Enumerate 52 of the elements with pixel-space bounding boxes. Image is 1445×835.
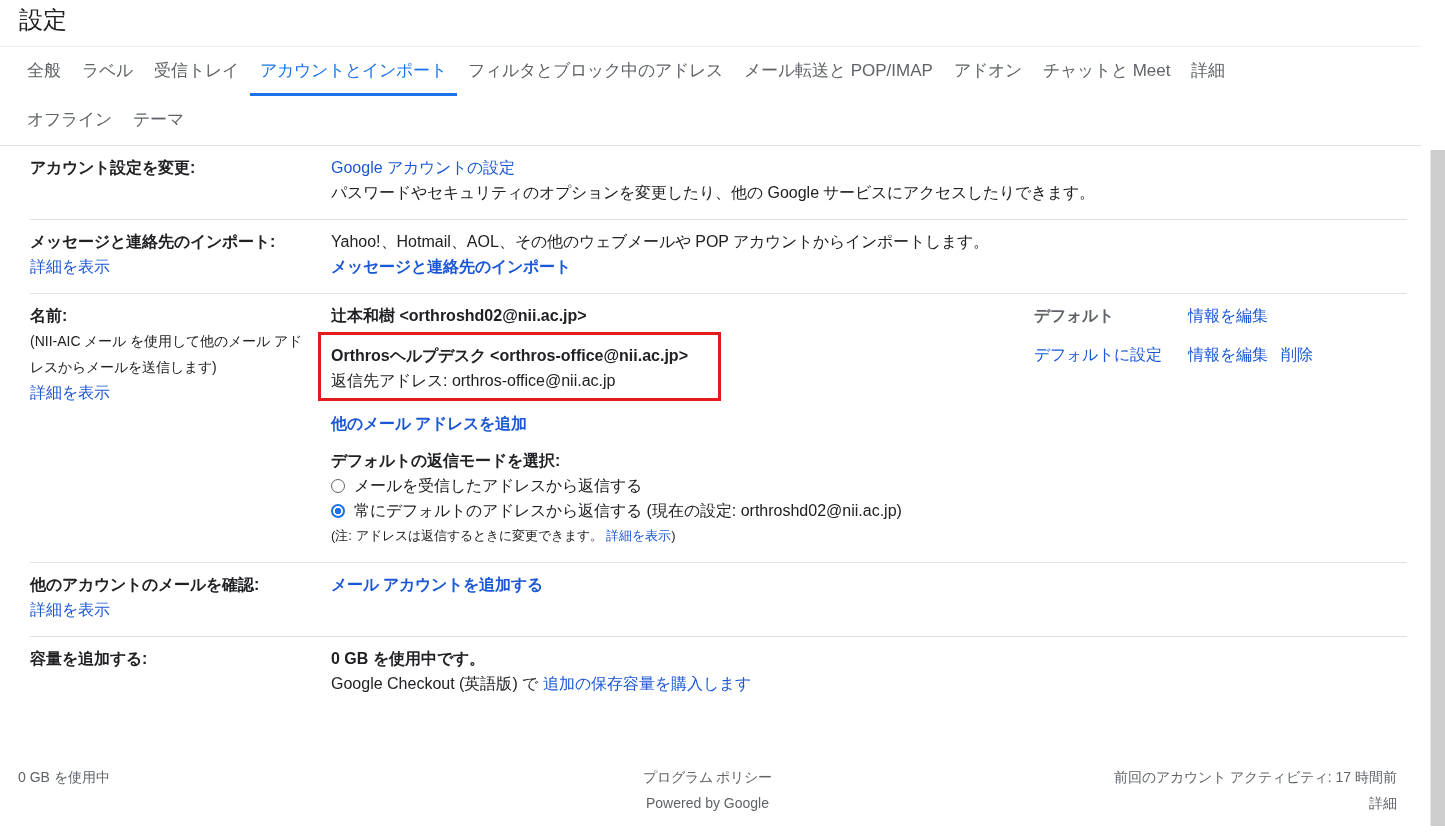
radio-label: メールを受信したアドレスから返信する xyxy=(354,476,642,496)
note-text: (注: アドレスは返信するときに変更できます。 xyxy=(331,528,603,543)
tab[interactable]: メール転送と POP/IMAP xyxy=(734,47,943,96)
checkout-text: Google Checkout (英語版) で xyxy=(331,675,539,692)
reply-mode-heading: デフォルトの返信モードを選択: xyxy=(331,451,561,471)
activity-details-link[interactable]: 詳細 xyxy=(1369,790,1397,816)
default-label: デフォルト xyxy=(1034,307,1114,324)
radio-label: 常にデフォルトのアドレスから返信する (現在の設定: orthroshd02@nii.ac.jp) xyxy=(354,501,902,521)
setting-description: (NII-AIC メール を使用して他のメール アド xyxy=(30,332,304,351)
sender-address: Orthrosヘルプデスク <orthros-office@nii.ac.jp> xyxy=(331,346,688,366)
setting-label: 他のアカウントのメールを確認: xyxy=(30,575,261,595)
tab[interactable]: アドオン xyxy=(943,47,1032,96)
setting-label: メッセージと連絡先のインポート: xyxy=(30,232,277,252)
setting-label: 容量を追加する: xyxy=(30,649,149,669)
buy-storage-link[interactable]: 追加の保存容量を購入します xyxy=(542,675,751,692)
add-account-link[interactable]: メール アカウントを追加する xyxy=(331,572,544,597)
make-default-link[interactable]: デフォルトに設定 xyxy=(1034,346,1162,363)
action-link[interactable]: 情報を編集 xyxy=(1188,342,1268,401)
last-activity-text: 前回のアカウント アクティビティ: 17 時間前 xyxy=(1113,768,1397,787)
radio-button[interactable] xyxy=(331,503,345,518)
account-settings-link[interactable]: Google アカウントの設定 xyxy=(331,155,516,180)
action-link[interactable]: 削除 xyxy=(1281,342,1313,401)
action-link[interactable]: 情報を編集 xyxy=(1188,303,1268,328)
tab[interactable]: ラベル xyxy=(72,47,143,96)
setting-description: レスからメールを送信します) xyxy=(30,358,218,377)
storage-usage: 0 GB を使用中です。 xyxy=(331,649,485,669)
setting-label: 名前: xyxy=(30,306,69,326)
page-title: 設定 xyxy=(18,5,68,35)
details-link[interactable]: 詳細を表示 xyxy=(30,601,110,618)
tab[interactable]: フィルタとブロック中のアドレス xyxy=(458,47,733,96)
tab[interactable]: 詳細 xyxy=(1181,47,1236,96)
tab[interactable]: オフライン xyxy=(17,96,122,145)
reply-to-address: 返信先アドレス: orthros-office@nii.ac.jp xyxy=(331,371,617,391)
tab[interactable]: 全般 xyxy=(17,47,71,96)
note-text: ) xyxy=(671,528,676,543)
setting-description: パスワードやセキュリティのオプションを変更したり、他の Google サービスにアクセスしたりできます。 xyxy=(331,183,1096,203)
details-link[interactable]: 詳細を表示 xyxy=(30,384,110,401)
scrollbar[interactable] xyxy=(1430,150,1445,826)
setting-description: Yahoo!、Hotmail、AOL、その他のウェブメールや POP アカウントからインポートします。 xyxy=(331,232,990,252)
tab[interactable]: 受信トレイ xyxy=(144,47,249,96)
add-address-link[interactable]: 他のメール アドレスを追加 xyxy=(331,411,528,436)
details-link[interactable]: 詳細を表示 xyxy=(30,258,110,275)
storage-used: 0 GB を使用中 xyxy=(18,769,110,785)
powered-by-text: Powered by Google xyxy=(646,794,769,813)
tab[interactable]: テーマ xyxy=(123,96,194,145)
program-policy-link[interactable]: プログラム ポリシー xyxy=(642,764,773,790)
setting-label: アカウント設定を変更: xyxy=(30,158,197,178)
tab[interactable]: チャットと Meet xyxy=(1032,47,1181,96)
details-link[interactable]: 詳細を表示 xyxy=(606,528,672,543)
sender-address: 辻本和樹 <orthroshd02@nii.ac.jp> xyxy=(331,306,588,326)
tab[interactable]: アカウントとインポート xyxy=(250,47,457,96)
import-link[interactable]: メッセージと連絡先のインポート xyxy=(331,254,571,279)
